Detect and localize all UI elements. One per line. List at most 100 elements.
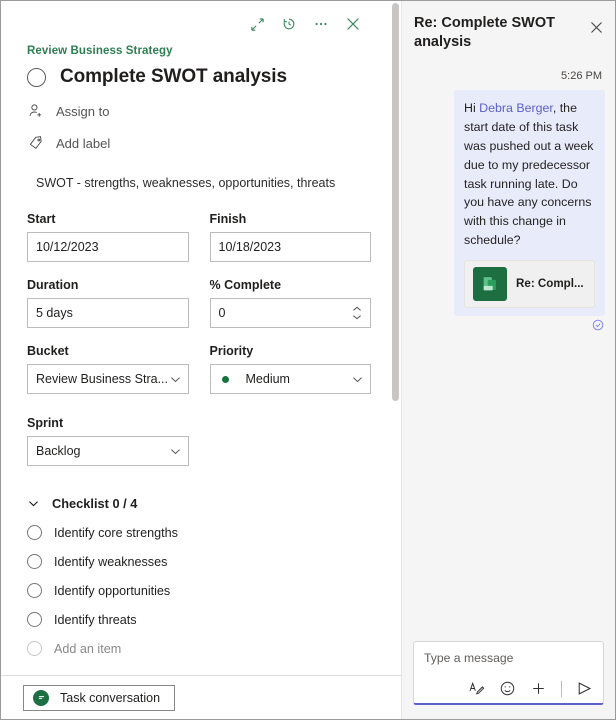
priority-value: Medium bbox=[246, 372, 352, 386]
add-label-label: Add label bbox=[56, 136, 110, 151]
checklist-checkbox[interactable] bbox=[27, 554, 42, 569]
scrollbar-thumb[interactable] bbox=[392, 3, 399, 401]
expand-icon[interactable] bbox=[243, 10, 271, 38]
finish-label: Finish bbox=[210, 212, 372, 226]
close-icon[interactable] bbox=[583, 14, 609, 40]
breadcrumb-plan-link[interactable]: Review Business Strategy bbox=[27, 45, 371, 57]
add-attachment-icon[interactable] bbox=[529, 679, 548, 698]
field-priority: Priority Medium bbox=[210, 344, 372, 394]
task-scroll-region: Review Business Strategy Complete SWOT a… bbox=[1, 1, 401, 675]
history-icon[interactable] bbox=[275, 10, 303, 38]
person-add-icon bbox=[27, 102, 45, 120]
chevron-up-icon bbox=[352, 306, 362, 312]
percent-complete-value: 0 bbox=[219, 306, 353, 320]
task-pane-footer: Task conversation bbox=[1, 675, 401, 719]
task-conversation-button[interactable]: Task conversation bbox=[23, 685, 175, 711]
finish-input[interactable]: 10/18/2023 bbox=[210, 232, 372, 262]
checklist-item[interactable]: Identify threats bbox=[27, 612, 371, 627]
start-value: 10/12/2023 bbox=[36, 240, 180, 254]
message-bubble[interactable]: Hi Debra Berger, the start date of this … bbox=[454, 90, 605, 316]
chevron-down-icon bbox=[27, 497, 40, 510]
priority-dot-icon bbox=[222, 376, 229, 383]
message-greeting: Hi bbox=[464, 101, 479, 115]
close-icon[interactable] bbox=[339, 10, 367, 38]
toolbar-divider bbox=[561, 681, 562, 697]
message-input[interactable]: Type a message bbox=[424, 651, 594, 669]
field-sprint: Sprint Backlog bbox=[27, 416, 189, 466]
task-notes[interactable]: SWOT - strengths, weaknesses, opportunit… bbox=[27, 176, 371, 190]
bucket-label: Bucket bbox=[27, 344, 189, 358]
emoji-icon[interactable] bbox=[498, 679, 517, 698]
task-conversation-label: Task conversation bbox=[60, 691, 160, 705]
duration-label: Duration bbox=[27, 278, 189, 292]
sprint-value: Backlog bbox=[36, 444, 169, 458]
sprint-select[interactable]: Backlog bbox=[27, 436, 189, 466]
assign-to-label: Assign to bbox=[56, 104, 109, 119]
task-fields-grid: Start 10/12/2023 Finish 10/18/2023 Durat… bbox=[27, 212, 371, 410]
message-attachment[interactable]: Re: Compl... bbox=[464, 260, 595, 308]
checklist-checkbox[interactable] bbox=[27, 525, 42, 540]
duration-input[interactable]: 5 days bbox=[27, 298, 189, 328]
conversation-pane: Re: Complete SWOT analysis 5:26 PM Hi De… bbox=[402, 1, 615, 719]
checklist-add-checkbox-icon bbox=[27, 641, 42, 656]
checklist-item-label: Identify core strengths bbox=[54, 526, 178, 540]
task-pane-scrollbar[interactable] bbox=[392, 3, 399, 675]
tag-icon bbox=[27, 134, 45, 152]
page-title: Complete SWOT analysis bbox=[60, 66, 287, 88]
field-finish: Finish 10/18/2023 bbox=[210, 212, 372, 262]
checklist-item-label: Identify weaknesses bbox=[54, 555, 167, 569]
planner-app-icon bbox=[473, 267, 507, 301]
bucket-value: Review Business Stra... bbox=[36, 372, 169, 386]
chevron-down-icon bbox=[169, 373, 182, 386]
task-details-pane: Review Business Strategy Complete SWOT a… bbox=[1, 1, 402, 719]
task-toolbar bbox=[27, 7, 371, 41]
add-label-row[interactable]: Add label bbox=[27, 134, 371, 152]
attachment-name: Re: Compl... bbox=[516, 275, 584, 293]
priority-select[interactable]: Medium bbox=[210, 364, 372, 394]
field-bucket: Bucket Review Business Stra... bbox=[27, 344, 189, 394]
field-percent-complete: % Complete 0 bbox=[210, 278, 372, 328]
mention-chip[interactable]: Debra Berger bbox=[479, 101, 553, 115]
compose-toolbar bbox=[424, 679, 594, 698]
assign-to-row[interactable]: Assign to bbox=[27, 102, 371, 120]
checklist-section-header[interactable]: Checklist 0 / 4 bbox=[27, 496, 371, 511]
conversation-header: Re: Complete SWOT analysis bbox=[402, 1, 615, 62]
checklist-checkbox[interactable] bbox=[27, 612, 42, 627]
conversation-title: Re: Complete SWOT analysis bbox=[414, 14, 579, 52]
compose-area: Type a message bbox=[402, 633, 615, 719]
checklist-checkbox[interactable] bbox=[27, 583, 42, 598]
more-options-icon[interactable] bbox=[307, 10, 335, 38]
percent-complete-stepper[interactable]: 0 bbox=[210, 298, 372, 328]
stepper-arrows[interactable] bbox=[352, 306, 362, 320]
message-body: , the start date of this task was pushed… bbox=[464, 101, 594, 247]
field-start: Start 10/12/2023 bbox=[27, 212, 189, 262]
chevron-down-icon bbox=[351, 373, 364, 386]
sprint-label: Sprint bbox=[27, 416, 189, 430]
finish-value: 10/18/2023 bbox=[219, 240, 363, 254]
percent-complete-label: % Complete bbox=[210, 278, 372, 292]
field-duration: Duration 5 days bbox=[27, 278, 189, 328]
format-icon[interactable] bbox=[467, 679, 486, 698]
bucket-select[interactable]: Review Business Stra... bbox=[27, 364, 189, 394]
conversation-messages: 5:26 PM Hi Debra Berger, the start date … bbox=[402, 62, 615, 633]
checklist-title: Checklist 0 / 4 bbox=[52, 496, 137, 511]
checklist-add-item[interactable]: Add an item bbox=[27, 641, 371, 656]
chevron-down-icon bbox=[169, 445, 182, 458]
priority-label: Priority bbox=[210, 344, 372, 358]
chat-bubble-icon bbox=[33, 690, 49, 706]
checklist-item-label: Identify opportunities bbox=[54, 584, 170, 598]
checklist-item-label: Identify threats bbox=[54, 613, 137, 627]
checklist-add-placeholder: Add an item bbox=[54, 642, 121, 656]
checklist-item[interactable]: Identify core strengths bbox=[27, 525, 371, 540]
task-complete-checkbox[interactable] bbox=[27, 68, 46, 87]
checklist-item[interactable]: Identify opportunities bbox=[27, 583, 371, 598]
duration-value: 5 days bbox=[36, 306, 180, 320]
chevron-down-icon bbox=[352, 314, 362, 320]
read-receipt-icon bbox=[412, 319, 604, 331]
send-icon[interactable] bbox=[575, 679, 594, 698]
compose-box[interactable]: Type a message bbox=[413, 641, 604, 705]
checklist-item[interactable]: Identify weaknesses bbox=[27, 554, 371, 569]
task-detail-window: Review Business Strategy Complete SWOT a… bbox=[0, 0, 616, 720]
start-input[interactable]: 10/12/2023 bbox=[27, 232, 189, 262]
task-title-row: Complete SWOT analysis bbox=[27, 66, 371, 88]
